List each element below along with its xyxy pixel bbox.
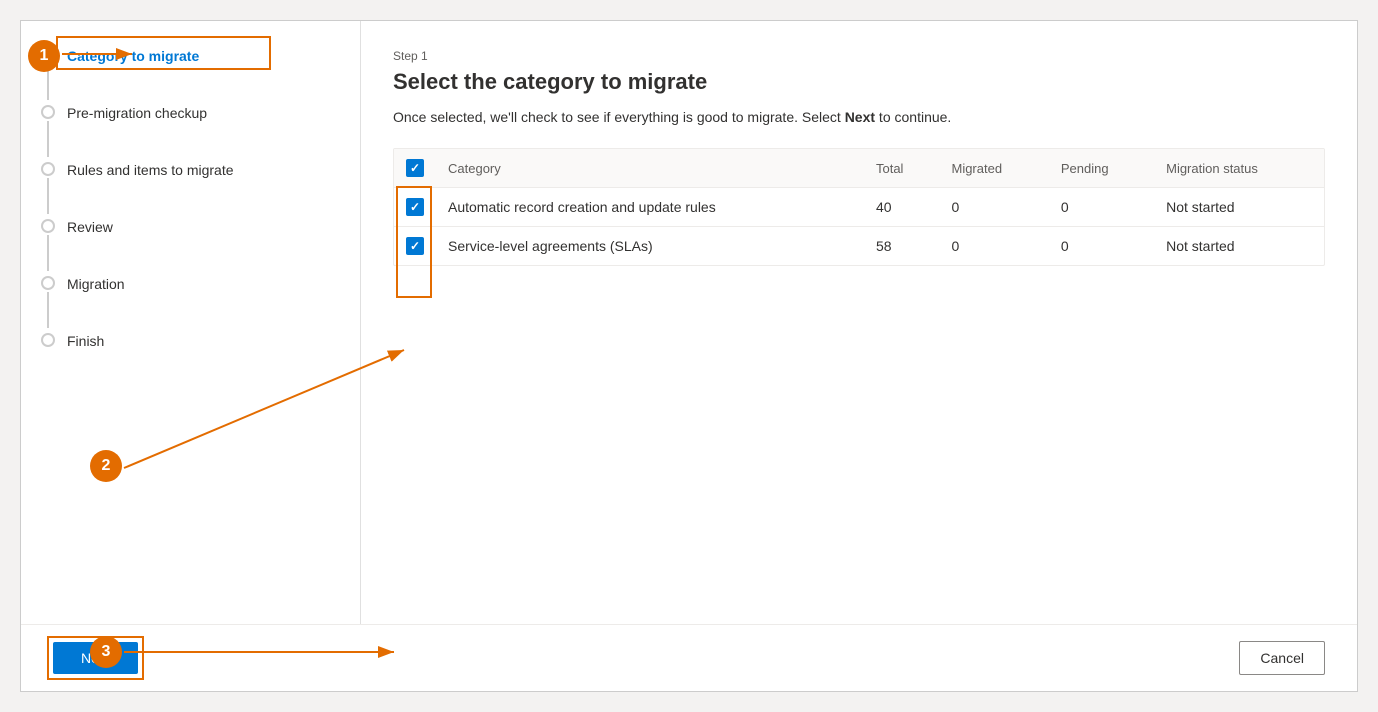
table-row: ✓ Service-level agreements (SLAs) 58 0 0… bbox=[394, 227, 1324, 266]
row-2-migration-status: Not started bbox=[1154, 227, 1324, 266]
bottom-bar: Next Cancel bbox=[21, 624, 1357, 691]
cancel-button[interactable]: Cancel bbox=[1239, 641, 1325, 675]
category-column-header: Category bbox=[436, 149, 864, 188]
step-1-label[interactable]: Category to migrate bbox=[67, 45, 199, 67]
pending-column-header: Pending bbox=[1049, 149, 1154, 188]
row-1-migration-status: Not started bbox=[1154, 188, 1324, 227]
categories-table: ✓ Category Total Migrated Pending Migrat… bbox=[393, 148, 1325, 266]
migration-status-column-header: Migration status bbox=[1154, 149, 1324, 188]
annotation-2: 2 bbox=[90, 450, 122, 482]
row-1-total: 40 bbox=[864, 188, 940, 227]
step-2-circle bbox=[41, 105, 55, 119]
row-2-total: 58 bbox=[864, 227, 940, 266]
page-title: Select the category to migrate bbox=[393, 69, 1325, 95]
step-5-circle bbox=[41, 276, 55, 290]
row-2-category: Service-level agreements (SLAs) bbox=[436, 227, 864, 266]
row-1-checkbox[interactable]: ✓ bbox=[406, 198, 424, 216]
total-column-header: Total bbox=[864, 149, 940, 188]
step-4-circle bbox=[41, 219, 55, 233]
step-4-label[interactable]: Review bbox=[67, 216, 113, 238]
annotation-1: 1 bbox=[28, 40, 60, 72]
step-6-label[interactable]: Finish bbox=[67, 330, 104, 352]
annotation-3: 3 bbox=[90, 636, 122, 668]
row-2-migrated: 0 bbox=[939, 227, 1048, 266]
step-6-circle bbox=[41, 333, 55, 347]
step-3-circle bbox=[41, 162, 55, 176]
step-indicator: Step 1 bbox=[393, 49, 1325, 63]
step-5-label[interactable]: Migration bbox=[67, 273, 125, 295]
select-all-checkbox[interactable]: ✓ bbox=[406, 159, 424, 177]
step-3-label[interactable]: Rules and items to migrate bbox=[67, 159, 234, 181]
row-1-migrated: 0 bbox=[939, 188, 1048, 227]
row-1-pending: 0 bbox=[1049, 188, 1154, 227]
step-2-label[interactable]: Pre-migration checkup bbox=[67, 102, 207, 124]
description: Once selected, we'll check to see if eve… bbox=[393, 107, 1325, 128]
row-2-checkbox[interactable]: ✓ bbox=[406, 237, 424, 255]
row-2-pending: 0 bbox=[1049, 227, 1154, 266]
migrated-column-header: Migrated bbox=[939, 149, 1048, 188]
row-1-category: Automatic record creation and update rul… bbox=[436, 188, 864, 227]
table-row: ✓ Automatic record creation and update r… bbox=[394, 188, 1324, 227]
